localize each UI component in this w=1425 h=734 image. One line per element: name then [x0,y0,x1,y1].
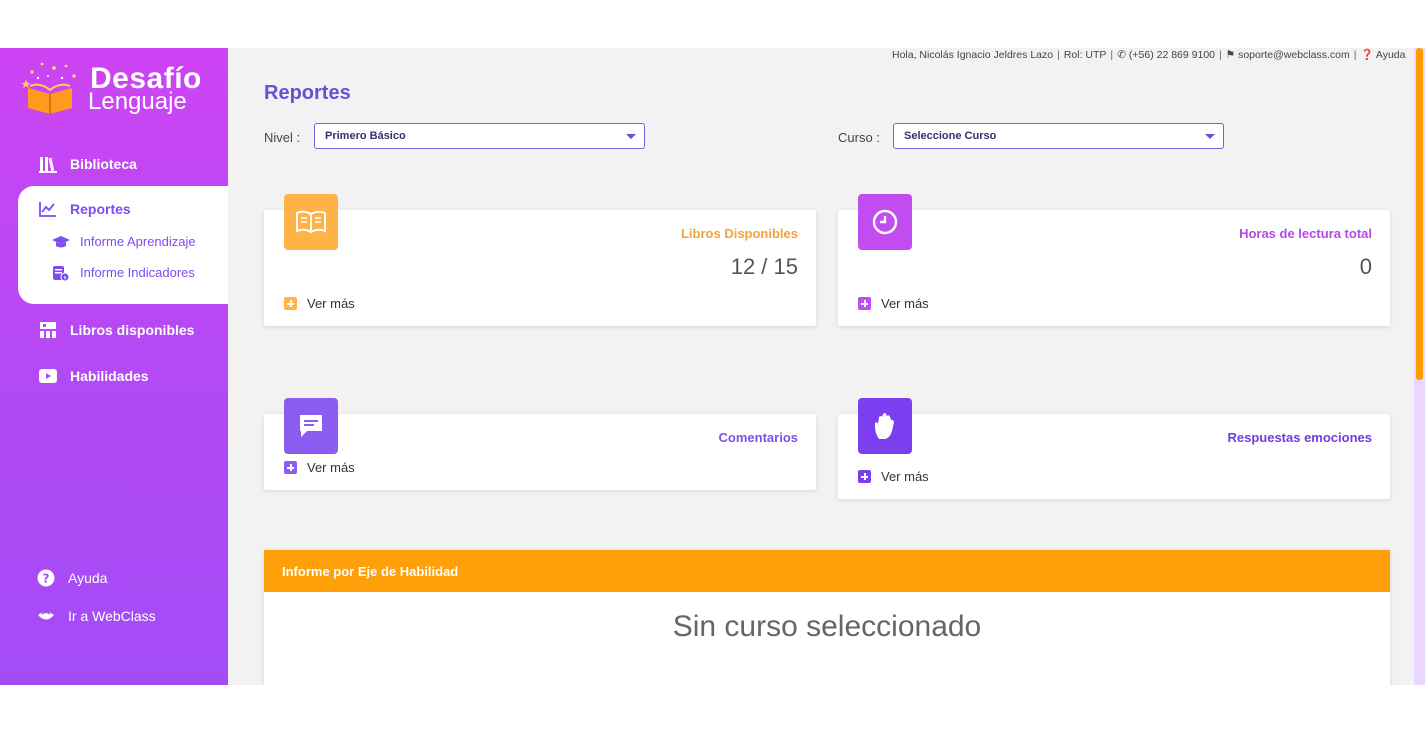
support-email[interactable]: soporte@webclass.com [1238,49,1350,61]
hand-icon [875,413,894,439]
sidebar-subitem-informe-aprendizaje[interactable]: Informe Aprendizaje [18,226,228,257]
book-shelf-icon [38,320,58,340]
caret-down-icon [626,134,636,139]
separator: | [1057,49,1060,61]
support-phone[interactable]: (+56) 22 869 9100 [1129,49,1215,61]
sidebar-item-label: Habilidades [70,368,149,384]
book-stars-logo-icon [21,62,76,114]
svg-text:?: ? [43,572,50,586]
card-libros-disponibles: Libros Disponibles 12 / 15 Ver más [264,194,816,326]
caret-down-icon [1205,134,1215,139]
card-value: 12 / 15 [730,254,798,279]
card-title: Libros Disponibles [680,226,798,241]
badge-comment [284,398,338,454]
app-frame: Desafío Lenguaje Biblioteca Reportes Inf… [0,48,1425,685]
nivel-select[interactable]: Primero Básico [314,123,645,149]
card-title: Horas de lectura total [1239,226,1372,241]
document-info-icon [52,264,70,282]
card-comentarios: Comentarios Ver más [264,398,816,490]
open-book-icon [296,210,326,234]
plus-square-icon [858,470,871,483]
sidebar-item-label: Reportes [70,201,131,217]
sidebar-item-webclass[interactable]: Ir a WebClass [0,596,228,636]
sidebar-active-section: Reportes Informe Aprendizaje Informe Ind… [18,186,228,304]
sidebar-item-libros-disponibles[interactable]: Libros disponibles [0,310,228,350]
ver-mas-link[interactable]: Ver más [284,296,355,311]
card-title: Comentarios [718,430,798,445]
sidebar-item-label: Ayuda [68,570,108,586]
badge-open-book [284,194,338,250]
card-value: 0 [1359,254,1372,279]
sidebar-item-ayuda[interactable]: ? Ayuda [0,558,228,598]
plus-square-icon [858,297,871,310]
sidebar-subitem-label: Informe Aprendizaje [80,234,196,249]
separator: | [1110,49,1114,61]
sidebar-item-reportes[interactable]: Reportes [0,192,228,226]
report-panel: Informe por Eje de Habilidad Sin curso s… [264,550,1390,685]
nivel-label: Nivel : [264,130,301,145]
brand-name-line2: Lenguaje [88,88,187,115]
clock-icon [872,209,898,235]
top-info-bar: Hola, Nicolás Ignacio Jeldres Lazo | Rol: … [892,48,1405,61]
sidebar-subitem-label: Informe Indicadores [80,265,195,280]
ver-mas-label: Ver más [307,460,355,475]
card-title: Respuestas emociones [1227,430,1372,445]
plus-square-icon [284,461,297,474]
ver-mas-label: Ver más [881,469,929,484]
sidebar-subitem-informe-indicadores[interactable]: Informe Indicadores [18,257,228,288]
plus-square-icon [284,297,297,310]
trend-chart-icon [38,199,58,219]
nivel-selected-value: Primero Básico [325,130,406,142]
play-video-icon [38,366,58,386]
curso-label: Curso : [838,130,880,145]
ver-mas-label: Ver más [881,296,929,311]
page-scrollbar[interactable] [1414,48,1425,685]
page-title: Reportes [264,82,351,104]
curso-select[interactable]: Seleccione Curso [893,123,1224,149]
curso-selected-value: Seleccione Curso [904,130,997,142]
scrollbar-thumb[interactable] [1416,48,1423,380]
ver-mas-label: Ver más [307,296,355,311]
user-greeting: Hola, Nicolás Ignacio Jeldres Lazo [892,49,1054,61]
ver-mas-link[interactable]: Ver más [858,296,929,311]
logo[interactable]: Desafío Lenguaje [18,58,218,118]
separator: | [1353,49,1357,61]
sidebar: Desafío Lenguaje Biblioteca Reportes Inf… [0,48,228,685]
webclass-cap-icon [36,606,56,626]
books-icon [38,154,58,174]
badge-clock [858,194,912,250]
flag-message-icon: ⚑ [1225,49,1236,61]
separator: | [1219,49,1222,61]
phone-icon: ✆ [1117,49,1126,61]
sidebar-item-label: Ir a WebClass [68,608,156,624]
question-circle-icon: ? [36,568,56,588]
sidebar-item-biblioteca[interactable]: Biblioteca [0,144,228,184]
report-header: Informe por Eje de Habilidad [264,550,1390,592]
help-circle-icon: ❓ [1360,49,1374,61]
card-horas-lectura: Horas de lectura total 0 Ver más [838,194,1390,326]
ver-mas-link[interactable]: Ver más [858,469,929,484]
sidebar-item-label: Biblioteca [70,156,137,172]
comment-icon [300,415,322,437]
graduation-cap-icon [52,233,70,251]
user-role: Rol: UTP [1063,49,1107,61]
help-link[interactable]: Ayuda [1376,49,1406,61]
badge-hand [858,398,912,454]
empty-state-message: Sin curso seleccionado [672,610,982,643]
card-respuestas-emociones: Respuestas emociones Ver más [838,398,1390,499]
sidebar-item-habilidades[interactable]: Habilidades [0,356,228,396]
sidebar-item-label: Libros disponibles [70,322,195,338]
ver-mas-link[interactable]: Ver más [284,460,355,475]
